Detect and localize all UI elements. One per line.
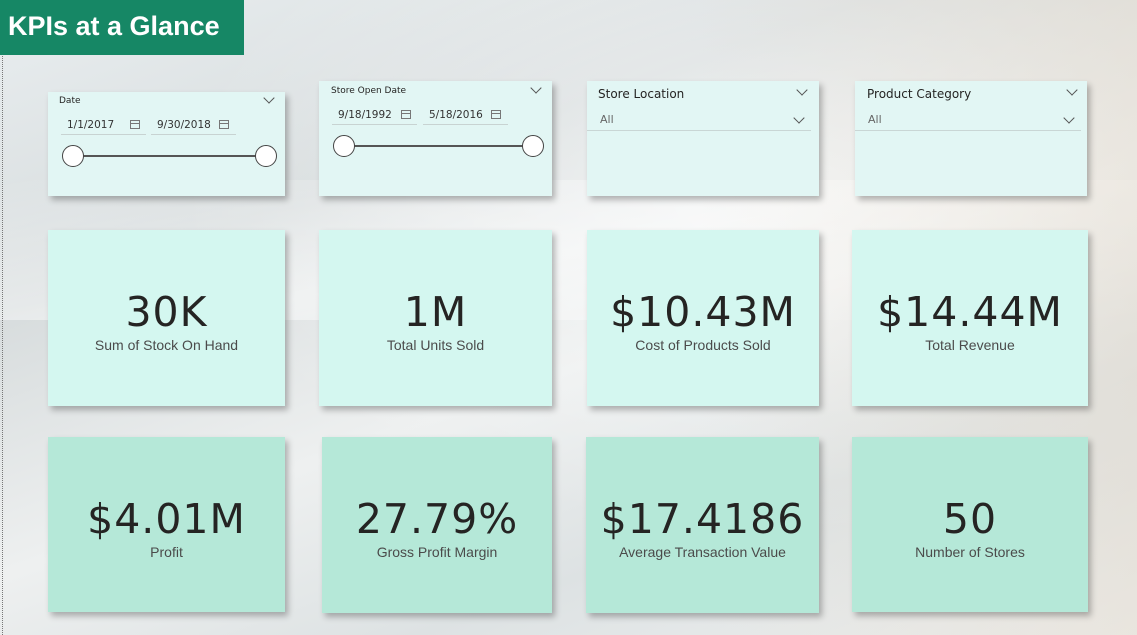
kpi-value: 50 <box>942 494 998 543</box>
calendar-icon[interactable] <box>491 110 501 119</box>
kpi-value: 27.79% <box>355 495 519 543</box>
start-date-input[interactable]: 9/18/1992 <box>332 105 417 125</box>
slicer-title: Store Location <box>598 87 685 101</box>
store-open-date-slicer[interactable]: Store Open Date 9/18/1992 5/18/2016 <box>319 81 552 196</box>
kpi-value: $14.44M <box>877 288 1063 336</box>
dropdown-value: All <box>868 113 882 126</box>
end-date-input[interactable]: 9/30/2018 <box>151 115 236 135</box>
chevron-down-icon[interactable] <box>530 82 542 94</box>
slicer-title: Product Category <box>867 87 972 101</box>
start-date-input[interactable]: 1/1/2017 <box>61 115 146 135</box>
slicer-title: Date <box>59 96 81 106</box>
slider-end-handle[interactable] <box>522 135 544 157</box>
kpi-card-total-units-sold: 1M Total Units Sold <box>319 230 552 406</box>
calendar-icon[interactable] <box>130 120 140 129</box>
slider-start-handle[interactable] <box>333 135 355 157</box>
chevron-down-icon[interactable] <box>263 92 275 104</box>
product-category-dropdown[interactable]: All <box>855 109 1081 131</box>
slider-end-handle[interactable] <box>255 145 277 167</box>
kpi-card-number-of-stores: 50 Number of Stores <box>852 437 1088 612</box>
kpi-label: Profit <box>150 543 183 560</box>
slicer-title: Store Open Date <box>331 86 407 96</box>
end-date-value: 5/18/2016 <box>429 109 483 121</box>
kpi-label: Total Units Sold <box>386 337 485 353</box>
store-location-slicer[interactable]: Store Location All <box>587 81 819 196</box>
kpi-label: Number of Stores <box>915 543 1025 560</box>
page-title: KPIs at a Glance <box>0 0 244 55</box>
store-location-dropdown[interactable]: All <box>587 109 811 131</box>
end-date-input[interactable]: 5/18/2016 <box>423 105 508 125</box>
kpi-label: Gross Profit Margin <box>376 544 498 560</box>
kpi-value: $10.43M <box>610 288 796 336</box>
kpi-card-cost-of-products-sold: $10.43M Cost of Products Sold <box>587 230 819 406</box>
kpi-value: $4.01M <box>87 494 246 543</box>
chevron-down-icon[interactable] <box>1066 84 1078 96</box>
chevron-down-icon[interactable] <box>793 112 805 124</box>
date-slicer[interactable]: Date 1/1/2017 9/30/2018 <box>48 92 285 196</box>
kpi-card-gross-profit-margin: 27.79% Gross Profit Margin <box>322 437 552 613</box>
calendar-icon[interactable] <box>401 110 411 119</box>
kpi-card-average-transaction-value: $17.4186 Average Transaction Value <box>586 437 819 613</box>
canvas-edge <box>2 54 3 635</box>
product-category-slicer[interactable]: Product Category All <box>855 81 1087 196</box>
start-date-value: 9/18/1992 <box>338 109 392 121</box>
kpi-card-stock-on-hand: 30K Sum of Stock On Hand <box>48 230 285 406</box>
kpi-value: 1M <box>403 288 468 336</box>
kpi-card-profit: $4.01M Profit <box>48 437 285 612</box>
start-date-value: 1/1/2017 <box>67 119 115 131</box>
kpi-label: Cost of Products Sold <box>635 337 771 353</box>
slider-track[interactable] <box>344 145 534 147</box>
kpi-label: Sum of Stock On Hand <box>94 337 239 353</box>
kpi-label: Average Transaction Value <box>619 544 786 560</box>
calendar-icon[interactable] <box>219 120 229 129</box>
kpi-label: Total Revenue <box>925 337 1015 353</box>
dropdown-value: All <box>600 113 614 126</box>
kpi-card-total-revenue: $14.44M Total Revenue <box>852 230 1088 406</box>
kpi-value: 30K <box>125 288 208 336</box>
chevron-down-icon[interactable] <box>796 84 808 96</box>
slider-track[interactable] <box>73 155 266 157</box>
end-date-value: 9/30/2018 <box>157 119 211 131</box>
kpi-value: $17.4186 <box>600 495 805 543</box>
slider-start-handle[interactable] <box>62 145 84 167</box>
chevron-down-icon[interactable] <box>1063 112 1075 124</box>
